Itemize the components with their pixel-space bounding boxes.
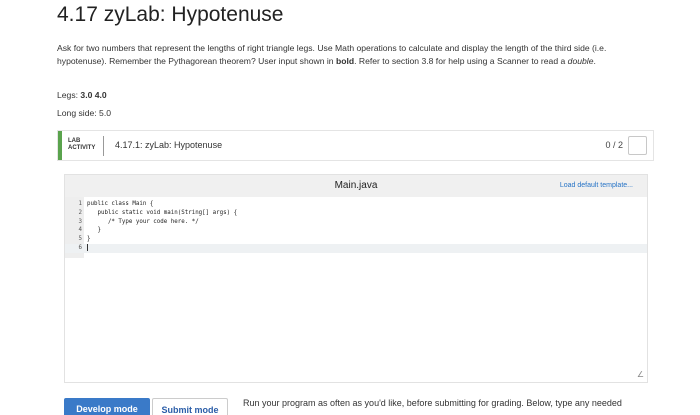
code-line-active: 6 (65, 244, 647, 253)
editor-toolbar: Main.java Load default template... (65, 175, 647, 197)
legs-value: 3.0 4.0 (80, 90, 107, 100)
line-number: 6 (78, 245, 83, 251)
run-instructions-text: Run your program as often as you'd like,… (243, 398, 622, 408)
load-default-template-link[interactable]: Load default template... (560, 182, 633, 189)
line-code: } (87, 236, 91, 243)
legs-label: Legs: (57, 90, 81, 100)
line-number: 3 (78, 218, 83, 225)
instructions-italic-word: double (567, 55, 594, 66)
line-code: public static void main(String[] args) { (87, 209, 238, 216)
header-divider (103, 136, 104, 156)
code-line: 2 public static void main(String[] args)… (65, 209, 647, 218)
text-cursor (87, 244, 88, 251)
instructions: Ask for two numbers that represent the l… (57, 42, 657, 67)
line-code: } (87, 227, 101, 234)
line-code: public class Main { (87, 201, 154, 207)
code-line: 3 /* Type your code here. */ (65, 218, 647, 227)
activity-accent-bar (58, 131, 62, 160)
line-number: 5 (78, 236, 83, 243)
page-title: 4.17 zyLab: Hypotenuse (57, 3, 284, 26)
code-input-area[interactable]: 1 public class Main { 2 public static voi… (65, 197, 647, 382)
score-display: 0 / 2 (605, 140, 623, 150)
lab-label-line-1: LAB (68, 138, 81, 144)
completion-checkbox-icon (628, 136, 647, 155)
submit-mode-tab[interactable]: Submit mode (152, 398, 228, 415)
line-number: 4 (78, 227, 83, 234)
line-number: 1 (78, 201, 83, 207)
lab-activity-header[interactable]: LAB ACTIVITY 4.17.1: zyLab: Hypotenuse 0… (57, 130, 654, 161)
activity-title: 4.17.1: zyLab: Hypotenuse (115, 140, 223, 150)
instructions-text-2: . Refer to section 3.8 for help using a … (354, 55, 568, 66)
example-legs-line: Legs: 3.0 4.0 (57, 90, 107, 100)
example-long-side-line: Long side: 5.0 (57, 108, 111, 118)
line-number: 2 (78, 209, 83, 216)
code-editor: Main.java Load default template... 1 publ… (64, 174, 648, 383)
code-line: 5} (65, 235, 647, 244)
lab-label-line-2: ACTIVITY (68, 145, 96, 151)
instructions-text-3: . (593, 55, 596, 66)
line-code: /* Type your code here. */ (87, 218, 199, 225)
code-line: 4 } (65, 226, 647, 235)
lab-activity-label: LAB ACTIVITY (68, 138, 95, 152)
line-code (87, 244, 88, 253)
resize-handle-icon[interactable]: ∠ (637, 370, 644, 379)
instructions-bold-word: bold (335, 55, 355, 66)
develop-mode-tab[interactable]: Develop mode (64, 398, 150, 415)
code-line: 1 public class Main { (65, 200, 647, 209)
